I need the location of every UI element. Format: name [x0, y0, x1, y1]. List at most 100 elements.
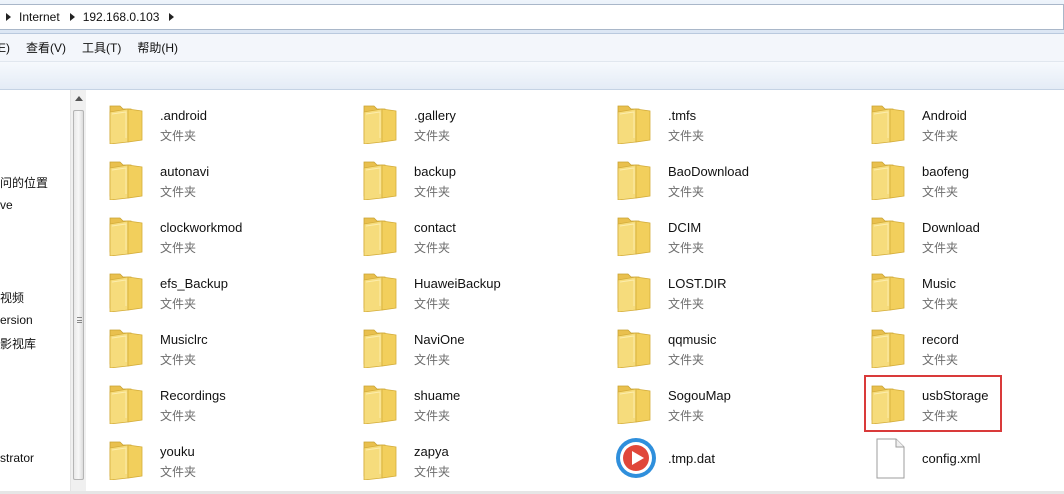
nav-item-videos[interactable]: 视频: [0, 289, 24, 306]
folder-item[interactable]: .android 文件夹: [86, 92, 326, 146]
folder-item[interactable]: DCIM 文件夹: [594, 204, 834, 258]
file-list: .android 文件夹 .gallery 文件夹 .tmfs 文件夹 Android…: [86, 90, 1064, 494]
file-item[interactable]: .tmp.dat: [594, 428, 834, 482]
item-type: 文件夹: [668, 185, 705, 199]
folder-icon: [868, 212, 912, 257]
folder-item[interactable]: zapya 文件夹: [340, 428, 580, 482]
folder-item[interactable]: .tmfs 文件夹: [594, 92, 834, 146]
folder-icon: [614, 268, 658, 313]
folder-icon: [360, 156, 404, 201]
menu-edit[interactable]: E): [0, 41, 10, 55]
item-type: 文件夹: [922, 297, 959, 311]
folder-item[interactable]: qqmusic 文件夹: [594, 316, 834, 370]
folder-item[interactable]: Android 文件夹: [848, 92, 1064, 146]
folder-icon: [106, 436, 150, 481]
item-type: 文件夹: [414, 185, 451, 199]
folder-item[interactable]: baofeng 文件夹: [848, 148, 1064, 202]
folder-item[interactable]: Recordings 文件夹: [86, 372, 326, 426]
item-name: Music: [922, 276, 956, 291]
folder-icon: [106, 324, 150, 369]
item-name: zapya: [414, 444, 449, 459]
address-bar: Internet 192.168.0.103: [0, 0, 1064, 34]
breadcrumb-arrow-icon[interactable]: [6, 13, 11, 21]
folder-item[interactable]: NaviOne 文件夹: [340, 316, 580, 370]
folder-icon: [360, 268, 404, 313]
nav-item-administrator[interactable]: strator: [0, 451, 34, 465]
item-name: BaoDownload: [668, 164, 749, 179]
item-name: Android: [922, 108, 967, 123]
folder-icon: [614, 100, 658, 145]
item-type: 文件夹: [922, 409, 959, 423]
menu-tools[interactable]: 工具(T): [82, 39, 121, 56]
folder-item[interactable]: contact 文件夹: [340, 204, 580, 258]
folder-item[interactable]: youku 文件夹: [86, 428, 326, 482]
scroll-up-icon[interactable]: [75, 96, 83, 101]
breadcrumb-arrow-icon[interactable]: [69, 13, 75, 21]
folder-item[interactable]: SogouMap 文件夹: [594, 372, 834, 426]
folder-item[interactable]: backup 文件夹: [340, 148, 580, 202]
item-name: DCIM: [668, 220, 702, 235]
item-type: 文件夹: [160, 409, 197, 423]
folder-item[interactable]: LOST.DIR 文件夹: [594, 260, 834, 314]
folder-icon: [614, 212, 658, 257]
item-type: 文件夹: [414, 353, 451, 367]
folder-icon: [614, 380, 658, 425]
folder-icon: [868, 268, 912, 313]
nav-item-drive[interactable]: ve: [0, 198, 13, 212]
folder-item[interactable]: .gallery 文件夹: [340, 92, 580, 146]
nav-item-video-library[interactable]: 影视库: [0, 335, 36, 352]
item-type: 文件夹: [160, 129, 197, 143]
file-item[interactable]: config.xml: [848, 428, 1064, 482]
folder-icon: [868, 156, 912, 201]
folder-item[interactable]: HuaweiBackup 文件夹: [340, 260, 580, 314]
folder-item[interactable]: BaoDownload 文件夹: [594, 148, 834, 202]
item-name: youku: [160, 444, 195, 459]
item-name: config.xml: [922, 451, 981, 466]
folder-item[interactable]: Download 文件夹: [848, 204, 1064, 258]
item-name: NaviOne: [414, 332, 465, 347]
item-type: 文件夹: [668, 409, 705, 423]
nav-scrollbar[interactable]: [70, 90, 86, 494]
folder-icon: [106, 268, 150, 313]
item-name: record: [922, 332, 959, 347]
item-type: 文件夹: [414, 465, 451, 479]
folder-item[interactable]: autonavi 文件夹: [86, 148, 326, 202]
item-name: .gallery: [414, 108, 456, 123]
menu-bar: E) 查看(V) 工具(T) 帮助(H): [0, 34, 1064, 62]
folder-item[interactable]: shuame 文件夹: [340, 372, 580, 426]
breadcrumb-arrow-icon[interactable]: [169, 13, 175, 21]
folder-icon: [360, 436, 404, 481]
item-type: 文件夹: [414, 409, 451, 423]
folder-item[interactable]: record 文件夹: [848, 316, 1064, 370]
item-name: HuaweiBackup: [414, 276, 501, 291]
media-play-icon: [614, 436, 658, 480]
folder-item[interactable]: Music 文件夹: [848, 260, 1064, 314]
folder-icon: [868, 324, 912, 369]
item-type: 文件夹: [414, 241, 451, 255]
nav-item-recent-places[interactable]: 问的位置: [0, 174, 48, 191]
folder-item[interactable]: Musiclrc 文件夹: [86, 316, 326, 370]
folder-icon: [106, 100, 150, 145]
folder-item[interactable]: usbStorage 文件夹: [848, 372, 1064, 426]
item-name: .android: [160, 108, 207, 123]
item-name: LOST.DIR: [668, 276, 727, 291]
item-type: 文件夹: [414, 297, 451, 311]
document-icon: [868, 436, 912, 480]
menu-view[interactable]: 查看(V): [26, 39, 66, 56]
folder-item[interactable]: clockworkmod 文件夹: [86, 204, 326, 258]
item-name: .tmfs: [668, 108, 697, 123]
folder-item[interactable]: efs_Backup 文件夹: [86, 260, 326, 314]
scrollbar-thumb[interactable]: [73, 110, 84, 480]
nav-item-version[interactable]: ersion: [0, 313, 33, 327]
address-field[interactable]: Internet 192.168.0.103: [0, 4, 1064, 30]
item-name: SogouMap: [668, 388, 731, 403]
item-type: 文件夹: [160, 353, 197, 367]
breadcrumb-internet[interactable]: Internet: [19, 10, 60, 24]
item-name: qqmusic: [668, 332, 717, 347]
item-name: usbStorage: [922, 388, 989, 403]
item-type: 文件夹: [160, 465, 197, 479]
menu-help[interactable]: 帮助(H): [137, 39, 178, 56]
item-type: 文件夹: [922, 185, 959, 199]
item-name: baofeng: [922, 164, 969, 179]
breadcrumb-host[interactable]: 192.168.0.103: [83, 10, 160, 24]
